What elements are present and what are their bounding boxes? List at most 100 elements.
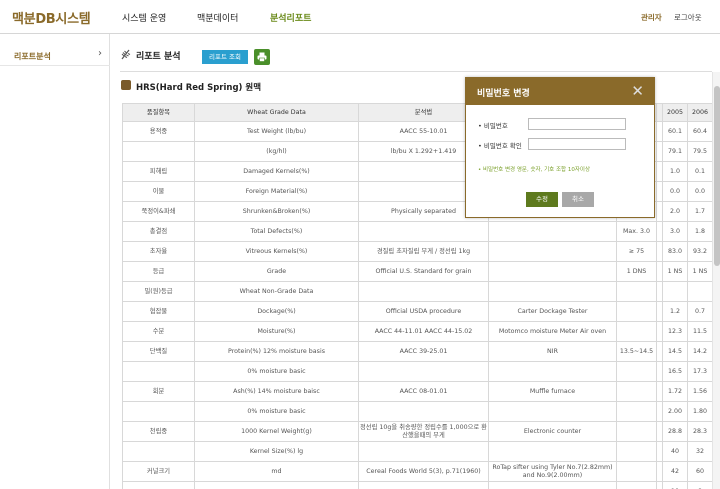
table-cell: 2.0	[662, 201, 688, 222]
table-row: 천립중 1000 Kernel Weight(g) 정선립 10g을 취송량한 정립…	[122, 421, 713, 442]
table-cell: 0% moisture basic	[194, 361, 359, 382]
scrollbar-thumb[interactable]	[714, 86, 720, 266]
table-cell: 협잡물	[122, 301, 195, 322]
table-cell	[616, 461, 657, 482]
table-cell: Dockage(%)	[194, 301, 359, 322]
close-icon[interactable]: ✕	[631, 82, 644, 100]
table-cell	[488, 481, 617, 489]
report-search-button[interactable]: 리포트 조회	[202, 50, 248, 64]
table-cell	[488, 281, 617, 302]
table-cell: Moisture(%)	[194, 321, 359, 342]
nav-analysis-report[interactable]: 분석리포트	[270, 11, 311, 24]
table-cell	[358, 281, 489, 302]
table-cell: NIR	[488, 341, 617, 362]
table-cell	[488, 441, 617, 462]
printer-icon[interactable]	[254, 49, 270, 65]
flour-bag-icon	[121, 80, 131, 90]
password-rule-note: • 비밀번호 변경 영문, 숫자, 기호 조합 10자이상	[478, 167, 590, 173]
table-cell: 등급	[122, 261, 195, 282]
table-cell: 1.56	[687, 381, 713, 402]
password-confirm-label: • 비밀번호 확인	[478, 142, 522, 150]
table-cell	[616, 301, 657, 322]
table-cell	[616, 381, 657, 402]
table-cell: 1 DNS	[616, 261, 657, 282]
password-confirm-input[interactable]	[528, 138, 626, 150]
table-cell: AACC 44-11.01 AACC 44-15.02	[358, 321, 489, 342]
table-cell: RoTap sifter using Tyler No.7(2.82mm) an…	[488, 461, 617, 482]
nav-flour-data[interactable]: 맥분데이터	[197, 11, 238, 24]
table-cell: 79.1	[662, 141, 688, 162]
table-cell: 28.3	[687, 421, 713, 442]
table-cell: Motomco moisture Meter Air oven	[488, 321, 617, 342]
modal-title: 비밀번호 변경	[477, 89, 530, 99]
app-logo[interactable]: 맥분DB시스템	[12, 8, 91, 27]
table-cell: 천립중	[122, 421, 195, 442]
table-cell: Total Defects(%)	[194, 221, 359, 242]
logout-link[interactable]: 로그아웃	[674, 12, 702, 23]
table-cell	[616, 401, 657, 422]
table-cell: 정선립 10g을 취송량한 정립수를 1,000으로 환산했을때의 무게	[358, 421, 489, 442]
table-cell: 14.5	[662, 341, 688, 362]
table-cell: ≥ 75	[616, 241, 657, 262]
table-cell: 총결점	[122, 221, 195, 242]
modal-header: 비밀번호 변경 ✕	[466, 78, 654, 105]
table-cell: 28.8	[662, 421, 688, 442]
table-cell: Official USDA procedure	[358, 301, 489, 322]
table-cell: 1.7	[687, 201, 713, 222]
table-cell: 60.4	[687, 121, 713, 142]
table-cell: 42	[662, 461, 688, 482]
table-header-cell: 2005	[662, 103, 688, 122]
table-row: 밀(원)등급 Wheat Non-Grade Data	[122, 281, 713, 302]
table-cell: 1 NS	[662, 261, 688, 282]
table-cell	[358, 441, 489, 462]
password-label: • 비밀번호	[478, 122, 508, 130]
table-cell	[122, 361, 195, 382]
table-cell: 밀(원)등급	[122, 281, 195, 302]
sidebar-item-report-analysis[interactable]: 리포트분석 ›	[0, 44, 110, 66]
table-cell: 경질립 초자질립 무게 / 정선립 1kg	[358, 241, 489, 262]
wheat-icon	[120, 48, 132, 63]
table-cell: 피해립	[122, 161, 195, 182]
table-row: 수분 Moisture(%) AACC 44-11.01 AACC 44-15.02…	[122, 321, 713, 342]
table-cell: Test Weight (lb/bu)	[194, 121, 359, 142]
table-row: 총결점 Total Defects(%) Max. 3.0 3.0 1.8	[122, 221, 713, 242]
table-cell: md	[194, 461, 359, 482]
table-cell: Carter Dockage Tester	[488, 301, 617, 322]
table-row: 회분 Ash(%) 14% moisture baisc AACC 08-01.01…	[122, 381, 713, 402]
table-cell	[122, 401, 195, 422]
table-cell: 16.5	[662, 361, 688, 382]
table-cell	[488, 361, 617, 382]
table-cell	[488, 241, 617, 262]
table-cell: Grade	[194, 261, 359, 282]
page-title: 리포트 분석	[136, 52, 181, 62]
password-input[interactable]	[528, 118, 626, 130]
table-row: 초자율 Vitreous Kernels(%) 경질립 초자질립 무게 / 정선립 …	[122, 241, 713, 262]
table-cell: 초자율	[122, 241, 195, 262]
table-cell: 3.0	[662, 221, 688, 242]
sidebar: 리포트분석 ›	[0, 34, 110, 489]
table-cell: 32	[687, 441, 713, 462]
table-cell: 이물	[122, 181, 195, 202]
table-cell	[687, 281, 713, 302]
cancel-button[interactable]: 취소	[562, 192, 594, 207]
table-cell: 10	[662, 481, 688, 489]
table-cell: 단백질	[122, 341, 195, 362]
password-change-modal: 비밀번호 변경 ✕ • 비밀번호 • 비밀번호 확인 • 비밀번호 변경 영문,…	[465, 77, 655, 218]
table-cell: 용적중	[122, 121, 195, 142]
table-cell: AACC 39-25.01	[358, 341, 489, 362]
modify-button[interactable]: 수정	[526, 192, 558, 207]
table-cell	[488, 221, 617, 242]
nav-system-operation[interactable]: 시스템 운영	[122, 11, 166, 24]
table-cell: 1000 Kernel Weight(g)	[194, 421, 359, 442]
table-cell	[488, 401, 617, 422]
table-cell: 60.1	[662, 121, 688, 142]
table-header-cell: 2006	[687, 103, 713, 122]
table-cell: 1.8	[687, 221, 713, 242]
table-cell: 0% moisture basic	[194, 401, 359, 422]
table-cell: Muffle furnace	[488, 381, 617, 402]
table-cell: 0.0	[687, 181, 713, 202]
table-cell: sm	[194, 481, 359, 489]
sidebar-item-label: 리포트분석	[14, 52, 51, 61]
scrollbar[interactable]	[712, 72, 720, 489]
admin-link[interactable]: 관리자	[641, 12, 662, 23]
